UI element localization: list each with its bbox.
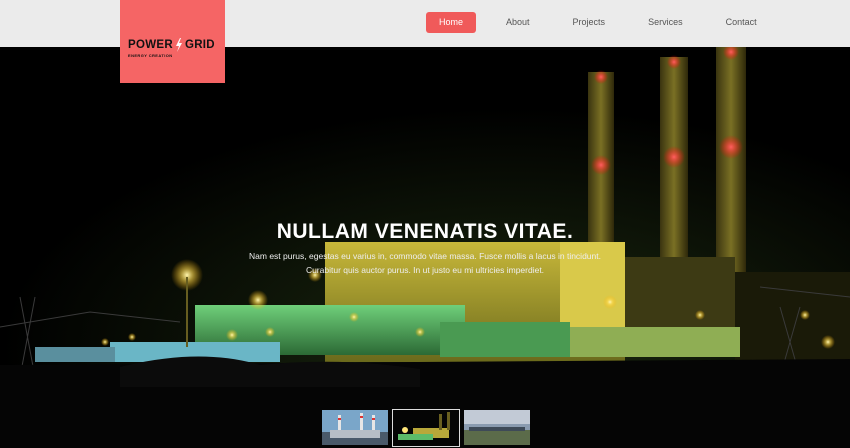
nav-about[interactable]: About	[493, 12, 543, 33]
thumbnail-2[interactable]	[392, 409, 460, 447]
hero-background-image	[0, 47, 850, 448]
hero-title: NULLAM VENENATIS VITAE.	[276, 220, 574, 243]
lightning-bolt-icon	[175, 37, 182, 52]
thumbnail-1[interactable]	[322, 410, 388, 445]
nav-contact[interactable]: Contact	[713, 12, 770, 33]
main-nav: Home About Projects Services Contact	[426, 12, 787, 33]
hero-description: Nam est purus, egestas eu varius in, com…	[225, 249, 625, 277]
nav-projects[interactable]: Projects	[560, 12, 619, 33]
slider-thumbnails	[322, 409, 534, 448]
logo-word-power: POWER	[128, 38, 173, 51]
logo-tagline: ENERGY CREATION	[128, 52, 173, 58]
logo-word-grid: GRID	[184, 38, 215, 51]
thumbnail-3[interactable]	[464, 410, 530, 445]
thumbnail-3-image	[464, 410, 530, 445]
hero-line-2: Curabitur quis auctor purus. In ut justo…	[305, 265, 545, 275]
nav-home[interactable]: Home	[426, 12, 477, 33]
logo-wordmark: POWER GRID	[120, 37, 225, 52]
thumbnail-2-image	[393, 410, 459, 446]
hero-line-1: Nam est purus, egestas eu varius in, com…	[249, 251, 601, 261]
thumbnail-1-image	[322, 410, 388, 445]
site-logo[interactable]: POWER GRID ENERGY CREATION	[120, 0, 225, 83]
nav-services[interactable]: Services	[635, 12, 696, 33]
hero-slider: NULLAM VENENATIS VITAE. Nam est purus, e…	[0, 47, 850, 448]
